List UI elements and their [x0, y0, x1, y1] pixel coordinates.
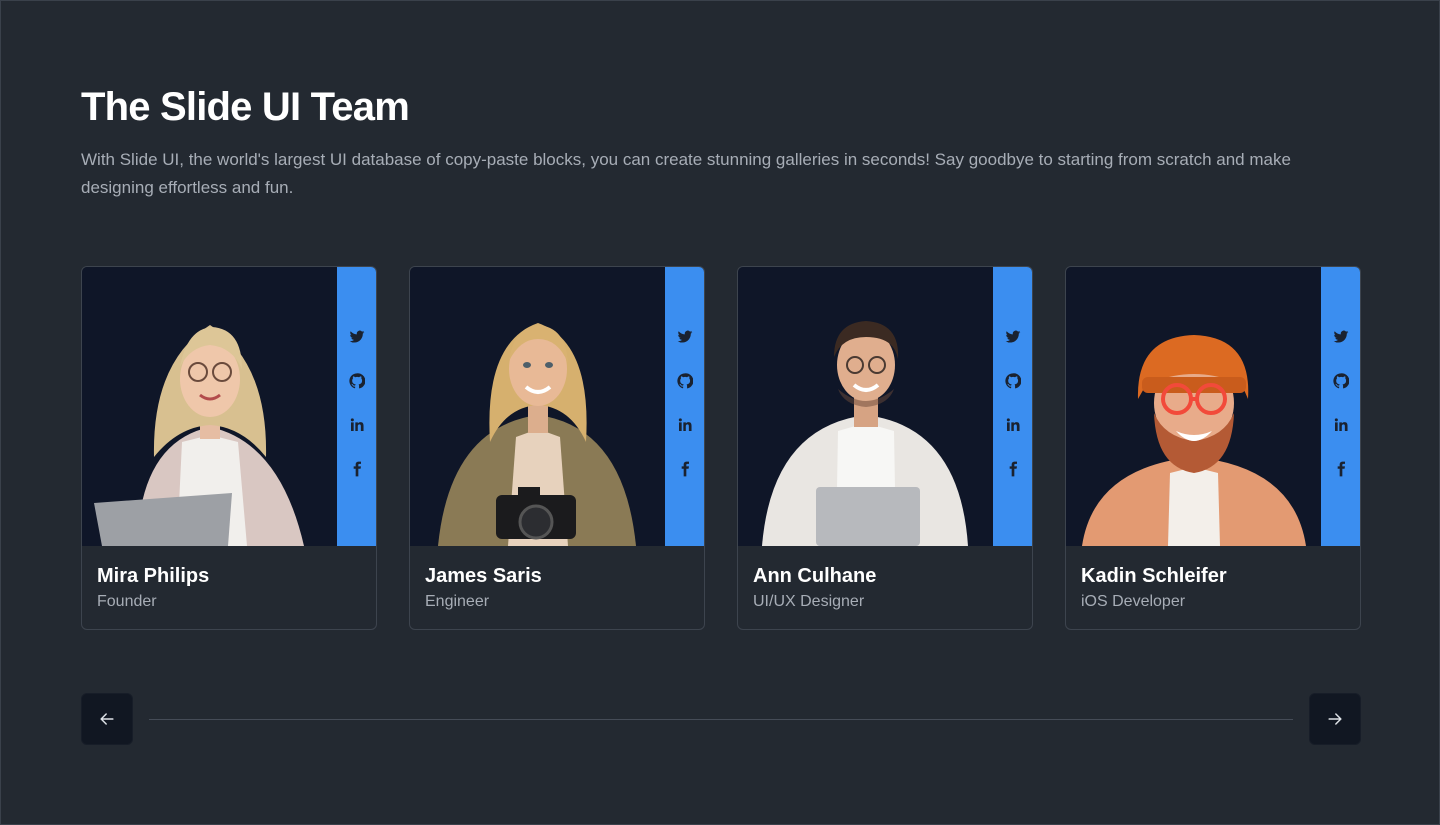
member-name: Mira Philips [97, 565, 210, 587]
member-name: James Saris [425, 565, 542, 587]
social-links [993, 267, 1032, 546]
member-role: Engineer [425, 593, 490, 610]
social-links [337, 267, 376, 546]
facebook-icon[interactable] [1004, 461, 1022, 477]
member-role: iOS Developer [1081, 593, 1186, 610]
facebook-icon[interactable] [348, 461, 366, 477]
member-photo [410, 267, 665, 546]
linkedin-icon[interactable] [348, 417, 366, 433]
team-card: James Saris Engineer [409, 266, 705, 630]
member-photo [82, 267, 337, 546]
member-role: UI/UX Designer [753, 593, 865, 610]
previous-slide-button[interactable] [81, 693, 133, 745]
github-icon[interactable] [348, 373, 366, 389]
arrow-right-icon [1328, 713, 1342, 725]
facebook-icon[interactable] [676, 461, 694, 477]
twitter-icon[interactable] [348, 329, 366, 345]
facebook-icon[interactable] [1332, 461, 1350, 477]
section-description: With Slide UI, the world's largest UI da… [81, 150, 1291, 197]
linkedin-icon[interactable] [1004, 417, 1022, 433]
team-card: Ann Culhane UI/UX Designer [737, 266, 1033, 630]
member-role: Founder [97, 593, 157, 610]
next-slide-button[interactable] [1309, 693, 1361, 745]
member-name: Ann Culhane [753, 565, 877, 587]
social-links [1321, 267, 1360, 546]
linkedin-icon[interactable] [1332, 417, 1350, 433]
carousel-progress-track [149, 719, 1293, 720]
twitter-icon[interactable] [676, 329, 694, 345]
social-links [665, 267, 704, 546]
member-photo [1066, 267, 1321, 546]
team-card: Kadin Schleifer iOS Developer [1065, 266, 1361, 630]
github-icon[interactable] [1004, 373, 1022, 389]
github-icon[interactable] [676, 373, 694, 389]
arrow-left-icon [100, 713, 114, 725]
team-carousel: Mira Philips Founder James Saris Enginee… [81, 266, 1361, 630]
linkedin-icon[interactable] [676, 417, 694, 433]
github-icon[interactable] [1332, 373, 1350, 389]
team-section: The Slide UI Team With Slide UI, the wor… [0, 0, 1440, 825]
twitter-icon[interactable] [1332, 329, 1350, 345]
team-card: Mira Philips Founder [81, 266, 377, 630]
section-title: The Slide UI Team [81, 85, 410, 129]
member-photo [738, 267, 993, 546]
member-name: Kadin Schleifer [1081, 565, 1227, 587]
twitter-icon[interactable] [1004, 329, 1022, 345]
